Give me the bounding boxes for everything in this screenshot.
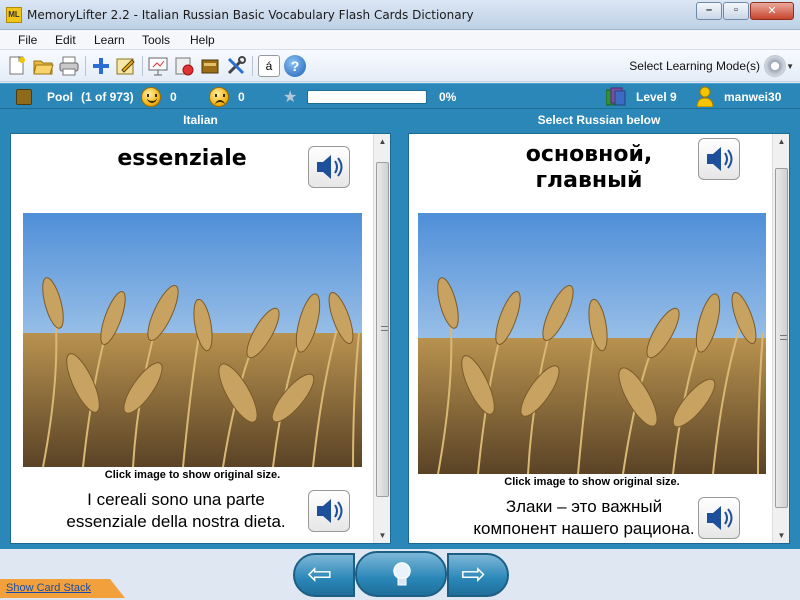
special-character-icon[interactable]: á [258,55,280,77]
gear-icon[interactable] [764,55,786,77]
example-sentence: I cereali sono una parte essenziale dell… [66,490,286,531]
level-label: Level 9 [636,90,677,104]
minimize-button[interactable]: – [696,2,722,20]
print-icon[interactable] [58,55,80,77]
wheat-image[interactable] [418,213,766,474]
speaker-icon [317,499,343,523]
menu-bar: File Edit Learn Tools Help [0,30,800,50]
answer-word: основной, главный [525,142,653,193]
app-icon: ML [6,7,22,23]
play-answer-audio-button[interactable] [698,138,740,180]
speaker-icon [317,155,343,179]
new-file-icon[interactable] [6,55,28,77]
lightbulb-icon [393,562,411,586]
next-card-button[interactable]: ⇨ [447,553,509,597]
toolbar: á ? Select Learning Mode(s) ▼ [0,50,800,82]
speaker-icon [707,147,733,171]
chevron-down-icon[interactable]: ▼ [786,62,794,71]
wrong-count: 0 [238,90,245,104]
speaker-icon [707,506,733,530]
help-icon[interactable]: ? [284,55,306,77]
title-bar: ML MemoryLifter 2.2 - Italian Russian Ba… [0,0,800,30]
answer-scrollbar[interactable]: ▲ ▼ [772,134,789,543]
question-header: Italian [183,113,218,127]
pool-label: Pool [47,90,73,104]
edit-card-icon[interactable] [115,55,137,77]
window-controls: – ▫ ✕ [695,2,794,20]
question-word: essenziale [117,146,247,171]
menu-file[interactable]: File [18,33,37,47]
user-icon [696,86,714,108]
play-sentence-audio-button[interactable] [308,490,350,532]
image-caption: Click image to show original size. [104,469,281,481]
answer-panel: основной, главный Click image to show or… [408,133,790,544]
maximize-button[interactable]: ▫ [723,2,749,20]
menu-tools[interactable]: Tools [142,33,170,47]
cards-box-icon[interactable] [199,55,221,77]
window-title: MemoryLifter 2.2 - Italian Russian Basic… [27,8,474,22]
star-icon: ★ [283,89,298,106]
wheat-image[interactable] [23,213,362,467]
correct-smiley-icon [141,87,161,107]
hint-button[interactable] [355,551,447,597]
question-scrollbar[interactable]: ▲ ▼ [373,134,390,543]
statistics-icon[interactable] [173,55,195,77]
answer-header: Select Russian below [537,113,661,127]
image-caption: Click image to show original size. [504,476,680,488]
menu-learn[interactable]: Learn [94,33,125,47]
add-card-icon[interactable] [90,55,112,77]
username: manwei30 [724,90,782,104]
open-folder-icon[interactable] [32,55,54,77]
arrow-right-icon: ⇨ [461,558,487,591]
settings-tools-icon[interactable] [225,55,247,77]
progress-bar [307,90,427,104]
pool-count: (1 of 973) [81,90,134,104]
menu-help[interactable]: Help [190,33,215,47]
wrong-smiley-icon [209,87,229,107]
correct-count: 0 [170,90,177,104]
example-sentence: Злаки – это важный компонент нашего раци… [473,497,695,538]
pool-icon [16,89,32,105]
presentation-icon[interactable] [147,55,169,77]
menu-edit[interactable]: Edit [55,33,76,47]
learning-mode-label[interactable]: Select Learning Mode(s) [629,59,760,73]
previous-card-button[interactable]: ⇦ [293,553,355,597]
play-sentence-audio-button[interactable] [698,497,740,539]
level-icon [605,87,626,106]
show-card-stack-link[interactable]: Show Card Stack [6,582,91,594]
arrow-left-icon: ⇦ [307,558,333,591]
status-bar: Pool (1 of 973) 0 0 ★ 0% Level 9 manwei3… [0,83,800,109]
progress-text: 0% [439,90,457,104]
close-button[interactable]: ✕ [750,2,794,20]
question-panel: essenziale Click image to show original … [10,133,391,544]
play-audio-button[interactable] [308,146,350,188]
